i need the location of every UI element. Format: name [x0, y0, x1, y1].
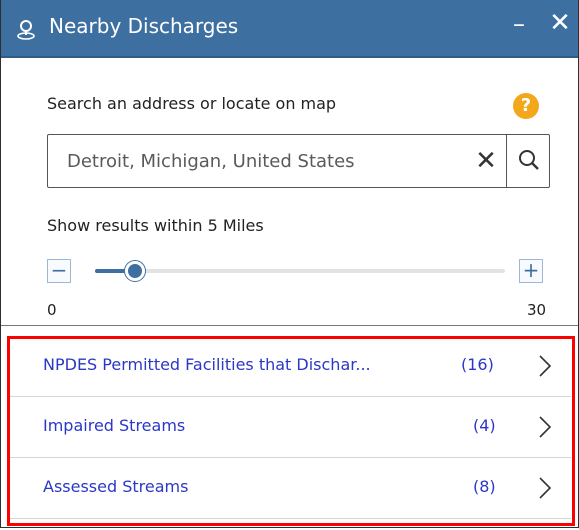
range-label: Show results within 5 Miles	[47, 216, 264, 235]
result-count: (4)	[473, 416, 496, 435]
result-row-impaired-streams[interactable]: Impaired Streams (4)	[7, 397, 571, 458]
result-label: Impaired Streams	[43, 416, 186, 435]
result-count: (8)	[473, 477, 496, 496]
panel-titlebar: Nearby Discharges – ✕	[1, 0, 578, 58]
close-button[interactable]: ✕	[547, 9, 573, 39]
chevron-right-icon	[539, 355, 552, 377]
search-icon	[519, 150, 539, 170]
result-row-npdes[interactable]: NPDES Permitted Facilities that Dischar.…	[7, 336, 571, 397]
panel-title: Nearby Discharges	[49, 14, 239, 38]
search-button[interactable]	[506, 134, 550, 188]
range-min-label: 0	[47, 301, 57, 319]
chevron-right-icon	[539, 477, 552, 499]
slider-handle[interactable]	[125, 261, 145, 281]
search-label: Search an address or locate on map	[47, 94, 337, 113]
location-pin-icon	[17, 20, 35, 40]
search-box: ✕	[47, 134, 550, 188]
result-count: (16)	[461, 355, 494, 374]
search-input[interactable]	[48, 135, 458, 187]
result-row-assessed-streams[interactable]: Assessed Streams (8)	[7, 458, 571, 519]
result-label: Assessed Streams	[43, 477, 189, 496]
range-slider[interactable]	[95, 261, 505, 281]
decrease-range-button[interactable]: −	[47, 259, 71, 283]
clear-search-button[interactable]: ✕	[466, 135, 506, 187]
result-label: NPDES Permitted Facilities that Dischar.…	[43, 355, 371, 374]
results-list: NPDES Permitted Facilities that Dischar.…	[1, 325, 578, 530]
minimize-button[interactable]: –	[509, 12, 529, 38]
nearby-discharges-panel: Nearby Discharges – ✕ Search an address …	[0, 0, 579, 528]
chevron-right-icon	[539, 416, 552, 438]
help-icon[interactable]: ?	[513, 93, 539, 119]
range-max-label: 30	[527, 301, 547, 319]
increase-range-button[interactable]: +	[519, 259, 543, 283]
